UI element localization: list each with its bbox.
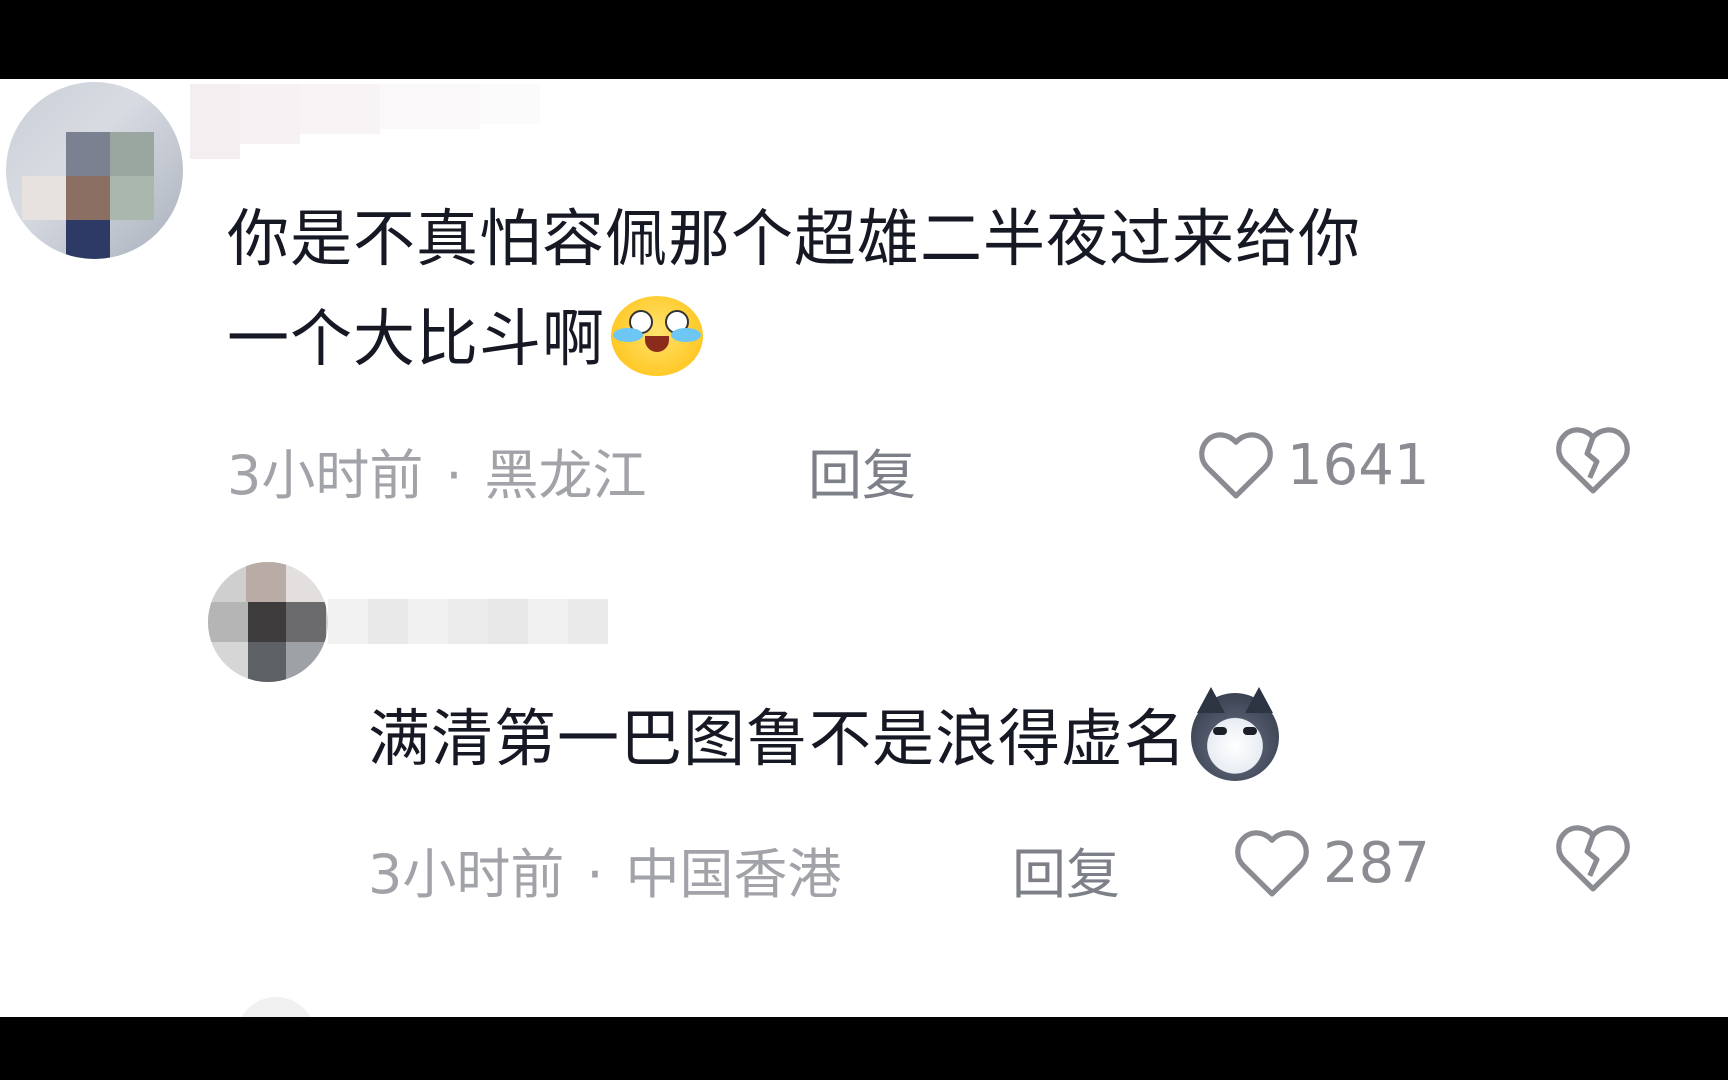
avatar[interactable] [208,562,328,682]
letterbox-bottom [0,1017,1728,1080]
like-button[interactable]: 287 [1233,827,1430,899]
username-blurred[interactable] [190,84,540,159]
reply-button[interactable]: 回复 [808,431,916,510]
comment-text: 满清第一巴图鲁不是浪得虚名 [368,686,1668,789]
timestamp: 3小时前 [227,444,424,507]
like-count: 1641 [1287,432,1430,498]
separator: · [586,843,604,906]
separator: · [445,444,463,507]
like-count: 287 [1323,830,1430,896]
timestamp: 3小时前 [368,843,565,906]
avatar[interactable] [6,82,183,259]
avatar[interactable] [236,997,316,1017]
like-button[interactable]: 1641 [1197,429,1430,501]
smirking-husky-dog-icon [1191,686,1280,781]
loudly-crying-face-icon [611,295,704,376]
comment-text: 你是不真怕容佩那个超雄二半夜过来给你 一个大比斗啊 [227,189,1647,389]
comment-list: 你是不真怕容佩那个超雄二半夜过来给你 一个大比斗啊 3小时前 · 黑龙江 回复 16… [0,79,1728,1017]
letterbox-top [0,0,1728,79]
reply-button[interactable]: 回复 [1012,830,1120,909]
comment-text-line: 你是不真怕容佩那个超雄二半夜过来给你 [227,202,1362,275]
broken-heart-icon [1556,825,1630,892]
comment-meta: 3小时前 · 中国香港 [368,830,842,909]
dislike-button[interactable] [1554,822,1632,898]
comment-text-line: 一个大比斗啊 [227,289,1647,389]
username-blurred[interactable] [328,599,608,644]
location: 中国香港 [625,843,842,906]
location: 黑龙江 [484,444,647,507]
comment-meta: 3小时前 · 黑龙江 [227,431,647,510]
heart-icon [1235,830,1309,897]
broken-heart-icon [1556,427,1630,494]
heart-icon [1199,432,1273,499]
comment-text-line: 满清第一巴图鲁不是浪得虚名 [368,686,1668,789]
dislike-button[interactable] [1554,424,1632,500]
